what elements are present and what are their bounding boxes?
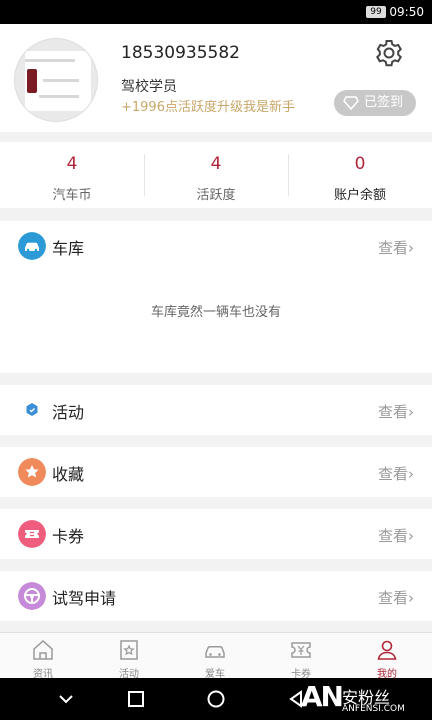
car-icon <box>18 232 46 260</box>
activity-icon <box>18 396 46 424</box>
favorites-section: 收藏 查看› <box>0 447 432 497</box>
garage-section: 车库 查看› 车库竟然一辆车也没有 <box>0 221 432 373</box>
home-icon <box>33 639 53 660</box>
view-label: 查看 <box>377 465 408 483</box>
system-nav-bar: AN 安粉丝 ANFENSI.COM <box>0 678 432 720</box>
view-link[interactable]: 查看› <box>378 463 414 484</box>
chevron-right-icon: › <box>408 465 414 483</box>
stat-balance[interactable]: 0 账户余额 <box>288 142 432 208</box>
garage-row[interactable]: 车库 查看› <box>0 221 432 271</box>
signed-in-button[interactable]: 已签到 <box>334 90 416 116</box>
garage-empty-message: 车库竟然一辆车也没有 <box>150 305 281 320</box>
avatar[interactable] <box>14 38 98 122</box>
chevron-right-icon: › <box>408 403 414 421</box>
garage-title: 车库 <box>52 239 85 258</box>
gear-icon[interactable] <box>374 38 404 68</box>
stat-value: 0 <box>354 154 366 174</box>
car-tab-icon <box>205 645 225 658</box>
view-label: 查看 <box>377 589 408 607</box>
stat-label: 账户余额 <box>333 188 386 203</box>
user-role: 驾校学员 <box>121 79 177 95</box>
home-circle-icon[interactable] <box>206 689 226 709</box>
menu-row-activity[interactable]: 活动 查看› <box>0 385 432 435</box>
square-icon[interactable] <box>126 689 146 709</box>
view-link[interactable]: 查看› <box>378 525 414 546</box>
test-drive-section: 试驾申请 查看› <box>0 571 432 621</box>
status-time: 09:50 <box>389 5 424 19</box>
view-label: 查看 <box>377 239 408 257</box>
chevron-right-icon: › <box>408 589 414 607</box>
menu-title: 收藏 <box>52 465 85 484</box>
menu-title: 试驾申请 <box>52 589 117 608</box>
chevron-down-icon[interactable] <box>56 689 76 709</box>
user-phone: 18530935582 <box>121 43 240 63</box>
stat-value: 4 <box>66 154 78 174</box>
stat-coins[interactable]: 4 汽车币 <box>0 142 144 208</box>
stat-activity[interactable]: 4 活跃度 <box>144 142 288 208</box>
battery-indicator: 99 <box>366 6 386 18</box>
view-label: 查看 <box>377 403 408 421</box>
stat-value: 4 <box>210 154 222 174</box>
menu-title: 卡券 <box>52 527 85 546</box>
coupon-tab-icon <box>291 642 311 658</box>
menu-row-test-drive[interactable]: 试驾申请 查看› <box>0 571 432 621</box>
coupons-section: 卡券 查看› <box>0 509 432 559</box>
steering-wheel-icon <box>18 582 46 610</box>
tab-news[interactable]: 资讯 <box>0 633 86 680</box>
menu-row-coupons[interactable]: 卡券 查看› <box>0 509 432 559</box>
stat-label: 活跃度 <box>196 188 236 203</box>
tab-coupons[interactable]: 卡券 <box>258 633 344 680</box>
menu-title: 活动 <box>52 403 85 422</box>
view-link[interactable]: 查看› <box>378 587 414 608</box>
watermark-en: ANFENSI.COM <box>342 704 405 714</box>
chevron-right-icon: › <box>408 527 414 545</box>
status-bar: 99 09:50 <box>0 0 432 24</box>
activity-tab-icon <box>120 640 138 660</box>
tab-my-car[interactable]: 爱车 <box>172 633 258 680</box>
star-icon <box>18 458 46 486</box>
ticket-icon <box>18 520 46 548</box>
view-link[interactable]: 查看› <box>378 401 414 422</box>
user-icon <box>377 640 397 660</box>
garage-view-link[interactable]: 查看› <box>378 237 414 258</box>
bottom-tab-bar: 资讯 活动 爱车 卡券 我的 <box>0 632 432 680</box>
menu-row-favorites[interactable]: 收藏 查看› <box>0 447 432 497</box>
activity-section: 活动 查看› <box>0 385 432 435</box>
profile-header: 18530935582 驾校学员 +1996点活跃度升级我是新手 已签到 <box>0 24 432 132</box>
tab-activity[interactable]: 活动 <box>86 633 172 680</box>
stat-label: 汽车币 <box>52 188 92 203</box>
chevron-right-icon: › <box>408 239 414 257</box>
signed-in-label: 已签到 <box>364 95 404 110</box>
sign-in-icon <box>343 96 359 110</box>
watermark-logo: AN <box>300 680 344 713</box>
tab-mine[interactable]: 我的 <box>344 633 430 680</box>
stats-panel: 4 汽车币 4 活跃度 0 账户余额 <box>0 142 432 208</box>
level-promo: +1996点活跃度升级我是新手 <box>121 100 295 115</box>
view-label: 查看 <box>377 527 408 545</box>
